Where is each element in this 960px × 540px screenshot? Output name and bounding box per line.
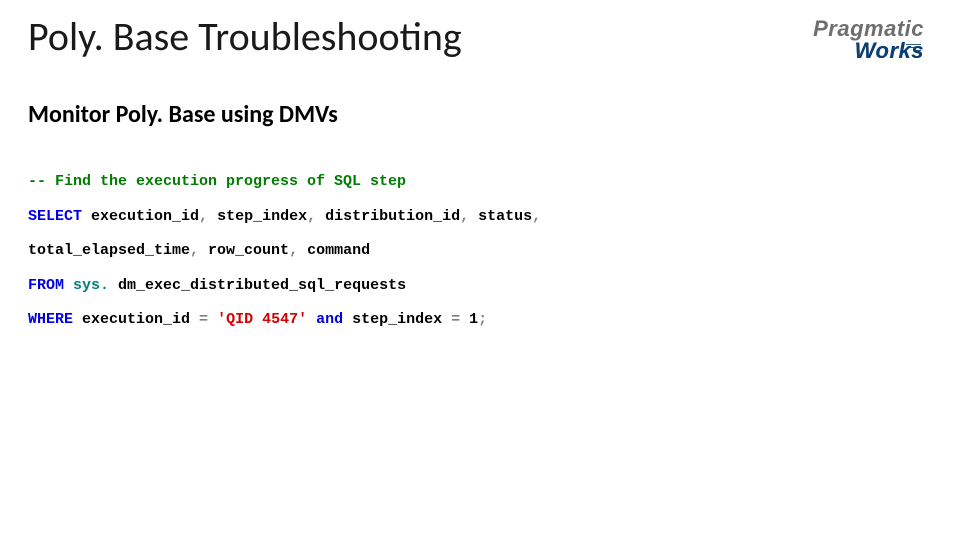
op-eq: = (199, 311, 208, 328)
col: step_index (208, 208, 307, 225)
comma: , (190, 242, 199, 259)
logo-bottom-word: Works (813, 40, 924, 62)
comma: , (199, 208, 208, 225)
col: step_index (343, 311, 451, 328)
slide: Poly. Base Troubleshooting Pragmatic Wor… (0, 0, 960, 540)
col: command (298, 242, 370, 259)
col: distribution_id (316, 208, 460, 225)
comma: , (307, 208, 316, 225)
page-title: Poly. Base Troubleshooting (28, 12, 462, 61)
kw-and: and (316, 311, 343, 328)
subtitle: Monitor Poly. Base using DMVs (28, 100, 338, 129)
kw-where: WHERE (28, 311, 73, 328)
kw-from: FROM (28, 277, 64, 294)
code-comment: -- Find the execution progress of SQL st… (28, 173, 406, 190)
num-literal: 1 (460, 311, 478, 328)
logo-top-word: Pragmatic (813, 18, 924, 40)
comma: , (289, 242, 298, 259)
comma: , (532, 208, 541, 225)
col: row_count (199, 242, 289, 259)
semicolon: ; (478, 311, 487, 328)
col: status (469, 208, 532, 225)
kw-select: SELECT (28, 208, 82, 225)
comma: , (460, 208, 469, 225)
col: execution_id (73, 311, 199, 328)
col: execution_id (82, 208, 199, 225)
string-literal: 'QID 4547' (208, 311, 316, 328)
schema: sys. (64, 277, 109, 294)
col: total_elapsed_time (28, 242, 190, 259)
table-name: dm_exec_distributed_sql_requests (109, 277, 406, 294)
brand-logo: Pragmatic Works (813, 18, 924, 62)
sql-code-block: -- Find the execution progress of SQL st… (28, 165, 541, 338)
op-eq: = (451, 311, 460, 328)
